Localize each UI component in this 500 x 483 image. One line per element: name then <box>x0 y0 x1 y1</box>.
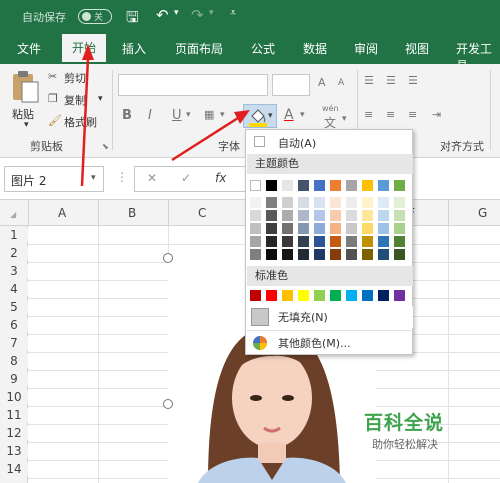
annotation-arrows <box>80 44 250 187</box>
red-arrow-head <box>82 44 94 60</box>
red-arrow-line <box>80 57 90 187</box>
red-arrow-head <box>234 110 250 124</box>
red-arrow-line <box>171 116 239 162</box>
